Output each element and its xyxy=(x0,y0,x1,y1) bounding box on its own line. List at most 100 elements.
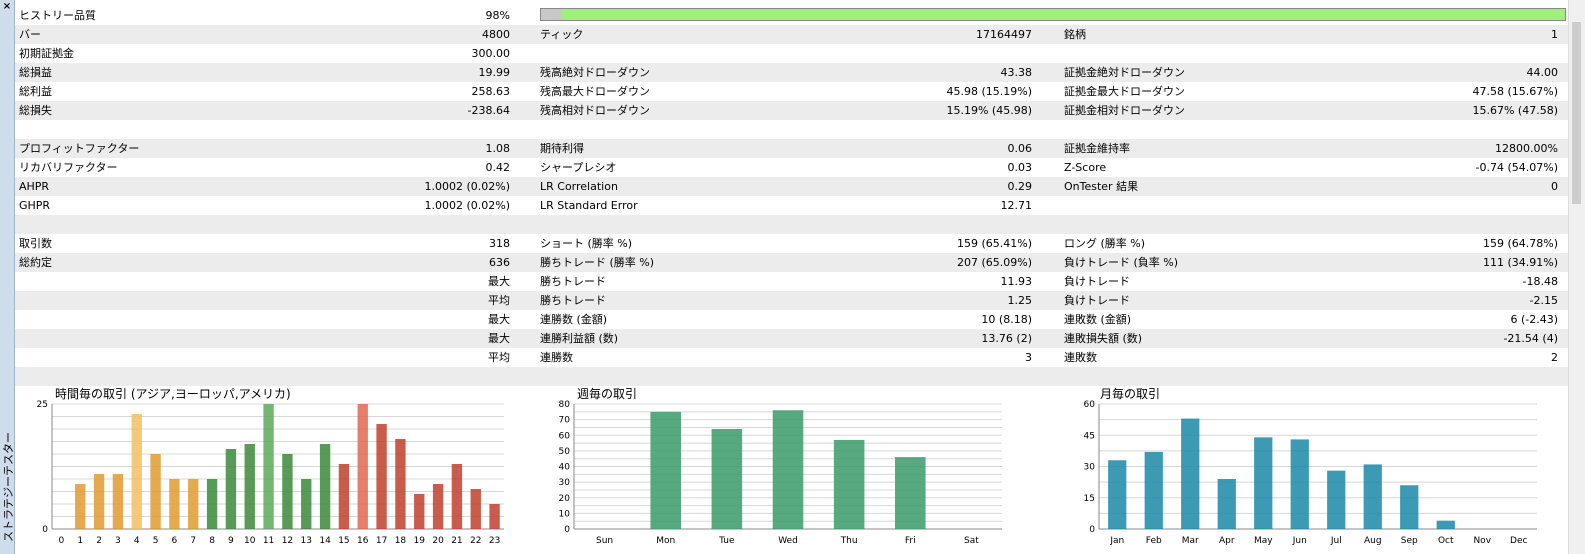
monthly-chart: 0 15 30 45 60 Jan Feb Mar Apr May Jun Jul Aug Sep Oct N… xyxy=(1084,400,1537,546)
stat-label: 連勝数 xyxy=(540,351,573,364)
table-row: 総約定 636 勝ちトレード (勝率 %) 207 (65.09%) 負けトレード (負… xyxy=(15,253,1568,272)
quality-bar-empty xyxy=(541,9,562,20)
x-tick-label: Wed xyxy=(778,536,798,546)
x-tick-label: 21 xyxy=(451,536,462,546)
stat-label: 負けトレード xyxy=(1064,275,1130,288)
x-tick-label: Sat xyxy=(964,536,979,546)
x-tick-label: 16 xyxy=(357,536,369,546)
stat-value: 最大 xyxy=(488,275,510,288)
stat-label: プロフィットファクター xyxy=(19,142,140,155)
vertical-scrollbar[interactable] xyxy=(1568,0,1585,554)
stat-value: -0.74 (54.07%) xyxy=(1475,161,1558,174)
bar xyxy=(772,410,804,529)
x-tick-label: 23 xyxy=(489,536,500,546)
bar xyxy=(451,464,463,529)
stat-value: 15.19% (45.98) xyxy=(946,104,1032,117)
y-tick-label: 0 xyxy=(564,525,570,535)
stat-value: 0.03 xyxy=(1007,161,1033,174)
quality-bar xyxy=(540,8,1566,21)
bar xyxy=(895,457,926,529)
table-row: AHPR 1.0002 (0.02%) LR Correlation 0.29 OnTe… xyxy=(15,177,1568,196)
stat-value: -18.48 xyxy=(1522,275,1558,288)
stat-value: -2.15 xyxy=(1529,294,1558,307)
stat-label: 初期証拠金 xyxy=(19,47,74,60)
bar xyxy=(1400,485,1419,529)
stat-label: 取引数 xyxy=(19,237,52,250)
bar xyxy=(414,494,425,529)
bar xyxy=(432,484,444,529)
stat-label: 残高相対ドローダウン xyxy=(540,104,650,117)
y-tick-label: 30 xyxy=(1084,463,1096,473)
x-tick-label: 3 xyxy=(115,536,121,546)
stat-value: 12.71 xyxy=(1000,199,1033,212)
stat-label: AHPR xyxy=(19,180,50,193)
x-tick-label: 5 xyxy=(153,536,159,546)
stat-value: 1.0002 (0.02%) xyxy=(424,199,510,212)
table-row: 平均 連勝数 3 連敗数 2 xyxy=(15,348,1568,367)
stat-label: 銘柄 xyxy=(1064,28,1086,41)
bar xyxy=(93,474,105,529)
stat-label: ティック xyxy=(540,28,584,41)
x-tick-label: Mar xyxy=(1182,536,1199,546)
bar xyxy=(244,444,255,529)
x-tick-label: 1 xyxy=(77,536,83,546)
stat-label: バー xyxy=(19,28,41,41)
stat-value: 12800.00% xyxy=(1495,142,1558,155)
x-tick-label: 13 xyxy=(301,536,312,546)
stat-value: 15.67% (47.58) xyxy=(1472,104,1558,117)
bar xyxy=(206,479,218,529)
x-tick-label: 8 xyxy=(209,536,215,546)
x-tick-label: Sep xyxy=(1401,536,1418,546)
stat-label: OnTester 結果 xyxy=(1064,180,1139,193)
x-tick-label: Jul xyxy=(1330,536,1342,546)
table-row xyxy=(15,215,1568,234)
x-tick-label: 19 xyxy=(414,536,426,546)
stat-label: 証拠金最大ドローダウン xyxy=(1064,85,1185,98)
table-row: 総損失 -238.64 残高相対ドローダウン 15.19% (45.98) 証拠金相対ド… xyxy=(15,101,1568,120)
bar xyxy=(112,474,124,529)
x-tick-label: 20 xyxy=(432,536,444,546)
table-row: プロフィットファクター 1.08 期待利得 0.06 証拠金維持率 12800.00% xyxy=(15,139,1568,158)
bar xyxy=(711,429,743,529)
stat-label: 勝ちトレード xyxy=(540,294,606,307)
bar xyxy=(1363,464,1382,529)
stat-value: 19.99 xyxy=(478,66,511,79)
stat-value: 6 (-2.43) xyxy=(1510,313,1558,326)
stat-value: 1.08 xyxy=(485,142,511,155)
quality-value: 98% xyxy=(485,9,510,22)
bar xyxy=(282,454,293,529)
stat-label: 連勝利益額 (数) xyxy=(540,332,619,345)
y-tick-label: 10 xyxy=(559,509,571,519)
scrollbar-thumb[interactable] xyxy=(1572,22,1581,204)
stat-value: 17164497 xyxy=(976,28,1032,41)
stat-value: 0 xyxy=(1551,180,1558,193)
x-tick-label: 0 xyxy=(59,536,65,546)
x-tick-label: 17 xyxy=(376,536,387,546)
stat-value: 258.63 xyxy=(471,85,511,98)
bar xyxy=(650,411,681,529)
x-tick-label: Apr xyxy=(1219,536,1235,546)
close-button[interactable]: × xyxy=(1,1,13,13)
stat-label: 総損益 xyxy=(19,66,52,79)
table-row: 最大 連勝利益額 (数) 13.76 (2) 連敗損失額 (数) -21.54 (4) xyxy=(15,329,1568,348)
stat-label: 勝ちトレード (勝率 %) xyxy=(540,256,655,269)
stat-value: -21.54 (4) xyxy=(1503,332,1558,345)
y-tick-label: 20 xyxy=(559,494,571,504)
bar xyxy=(1108,460,1127,529)
stat-value: 最大 xyxy=(488,313,510,326)
stat-value: 4800 xyxy=(482,28,510,41)
stat-label: 残高最大ドローダウン xyxy=(540,85,650,98)
x-tick-label: May xyxy=(1254,536,1273,546)
x-tick-label: Nov xyxy=(1473,536,1491,546)
table-row: 取引数 318 ショート (勝率 %) 159 (65.41%) ロング (勝率 %) 1… xyxy=(15,234,1568,253)
table-row: GHPR 1.0002 (0.02%) LR Standard Error 12.71 xyxy=(15,196,1568,215)
quality-row: ヒストリー品質 98% xyxy=(15,6,1568,25)
bar xyxy=(470,489,481,529)
x-tick-label: 22 xyxy=(470,536,481,546)
stat-value: 111 (34.91%) xyxy=(1482,256,1558,269)
y-tick-label: 80 xyxy=(559,400,571,410)
stat-value: 159 (65.41%) xyxy=(956,237,1032,250)
y-tick-label: 0 xyxy=(1089,525,1095,535)
stat-value: 平均 xyxy=(488,294,510,307)
bar xyxy=(1327,470,1346,529)
